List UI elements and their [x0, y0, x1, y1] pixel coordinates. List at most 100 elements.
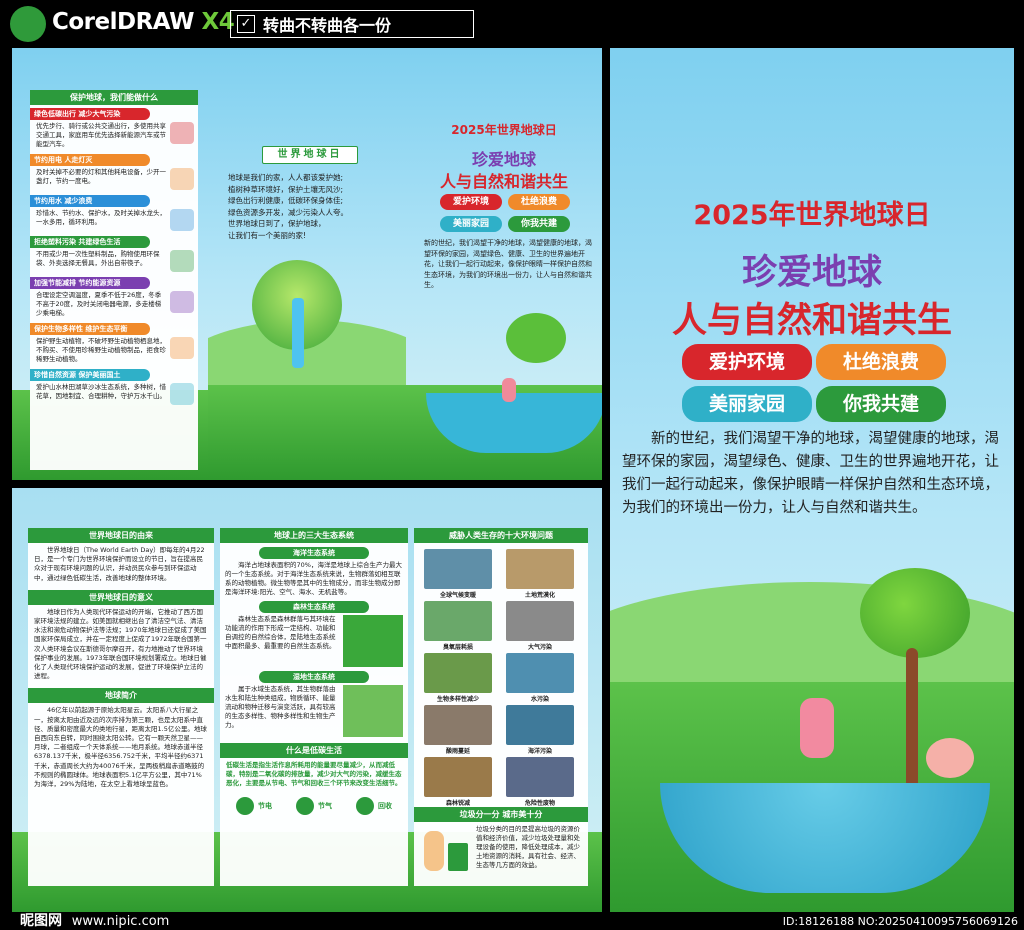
- tip-heading: 加强节能减排 节约能源资源: [30, 277, 150, 289]
- poem-line: 绿色资源多开发，减少污染人人夸。: [228, 207, 348, 217]
- problem-label: 大气污染: [527, 644, 552, 651]
- site-watermark: 昵图网 www.nipic.com: [20, 913, 170, 929]
- poem-line: 绿色出行利健康，低碳环保身体佳;: [228, 196, 344, 205]
- eco-text: 海洋占地球表面积的70%，海洋是地球上综合生产力最大的一个生态系统。对于海洋生态…: [225, 561, 402, 596]
- problem-label: 酸雨蔓延: [445, 748, 470, 755]
- tip-text: 爱护山水林田湖草沙冰生态系统，多种树，惜花草，因地制宜、合理耕种，守护万水千山。: [36, 383, 166, 400]
- col1-text: 46亿年以前起源于原始太阳星云。太阳系八大行星之一，按离太阳由近及远的次序排为第…: [34, 706, 207, 789]
- eco-text: 森林生态系是森林群落与其环境在功能流的作用下形成一定结构、功能和自调控的自然综合…: [225, 615, 336, 650]
- tip-row: 及时关掉不必要的灯和其他耗电设备，少开一盏灯，节约一度电。: [30, 166, 198, 192]
- eco-heading: 森林生态系统: [259, 601, 369, 613]
- problem-label: 海洋污染: [527, 748, 552, 755]
- waterfall-icon: [292, 298, 304, 368]
- tip-row: 不用或少用一次性塑料制品，购物使用环保袋、外卖选择无餐具，外出自带筷子。: [30, 248, 198, 274]
- column-1: 世界地球日的由来世界地球日（The World Earth Day）即每年的4月…: [28, 528, 214, 886]
- kids-recycling-illustration: [418, 825, 476, 875]
- girl-watering-icon: [800, 698, 834, 758]
- eco-photo: [343, 615, 403, 667]
- image-id: ID:18126188 NO:20250410095756069126: [782, 915, 1018, 928]
- electricity-icon: [236, 797, 254, 815]
- coreldraw-logo-icon: [10, 6, 46, 42]
- tip-heading: 节约用水 减少浪费: [30, 195, 150, 207]
- pill-2: 美丽家园: [682, 386, 812, 422]
- tip-heading: 绿色低碳出行 减少大气污染: [30, 108, 150, 120]
- lowcarbon-label: 节气: [318, 802, 332, 810]
- fold-slogan1: 珍爱地球: [471, 150, 536, 169]
- problem-label: 危险性废物: [524, 800, 555, 807]
- pill-1: 杜绝浪费: [508, 194, 570, 210]
- tip-heading: 保护生物多样性 维护生态平衡: [30, 323, 150, 335]
- problem-label: 水污染: [530, 696, 549, 703]
- pill-2: 美丽家园: [440, 216, 502, 232]
- pill-0: 爱护环境: [682, 344, 812, 380]
- tip-row: 优先步行、骑行或公共交通出行，多使用共享交通工具，家庭用车优先选择新能源汽车或节…: [30, 120, 198, 151]
- col1-text: 世界地球日（The World Earth Day）即每年的4月22日，是一个专…: [34, 546, 205, 582]
- tip-icon: [170, 337, 194, 359]
- note-box: ✓ 转曲不转曲各一份: [230, 10, 474, 38]
- tip-row: 爱护山水林田湖草沙冰生态系统，多种树，惜花草，因地制宜、合理耕种，守护万水千山。: [30, 381, 198, 407]
- tips-card: 保护地球，我们能做什么 绿色低碳出行 减少大气污染 优先步行、骑行或公共交通出行，…: [30, 90, 198, 470]
- app-logo: CorelDRAW X4: [52, 9, 235, 35]
- column-3: 威胁人类生存的十大环境问题 全球气候变暖 土地荒漠化臭氧层耗损 大气污染生物多样性减…: [414, 528, 588, 886]
- lowcarbon-text: 低碳生活是指生活作息所耗用的能量要尽量减少，从而减低碳，特别是二氧化碳的排放量，…: [226, 761, 402, 787]
- fold-panel: 2025年世界地球日 珍爱地球 人与自然和谐共生 爱护环境 杜绝浪费 美丽家园 你我共…: [406, 48, 602, 480]
- header-bar: CorelDRAW X4 ✓ 转曲不转曲各一份: [0, 0, 1024, 46]
- pill-3: 你我共建: [816, 386, 946, 422]
- middle-panel: 世界地球日 地球是我们的家，人人都该爱护她; 植树种草环境好，保护土壤无风沙; 绿色…: [208, 48, 406, 480]
- tip-heading: 珍惜自然资源 保护美丽国土: [30, 369, 150, 381]
- lowcarbon-title: 什么是低碳生活: [220, 743, 408, 758]
- lowcarbon-label: 回收: [378, 802, 392, 810]
- pill-1: 杜绝浪费: [816, 344, 946, 380]
- eco-row: 海洋占地球表面积的70%，海洋是地球上综合生产力最大的一个生态系统。对于海洋生态…: [220, 561, 408, 597]
- cover-title: 2025年世界地球日: [693, 200, 931, 231]
- cover-slogan1: 珍爱地球: [741, 253, 882, 293]
- girl-icon: [502, 378, 516, 402]
- problem-photo: [424, 549, 492, 589]
- tip-text: 保护野生动植物，不破坏野生动植物栖息地，不购买、不使用珍稀野生动植物制品，拒食珍…: [36, 337, 166, 363]
- tip-icon: [170, 250, 194, 272]
- lowcarbon-item: 节气: [296, 797, 332, 815]
- poem-line: 植树种草环境好，保护土壤无风沙;: [228, 184, 344, 194]
- cover-panel: 2025年世界地球日 珍爱地球 人与自然和谐共生 爱护环境 杜绝浪费 美丽家园 你我共…: [610, 48, 1014, 912]
- tip-icon: [170, 383, 194, 405]
- poem-line: 世界地球日到了，保护地球，: [228, 219, 326, 228]
- pill-0: 爱护环境: [440, 194, 502, 210]
- problem-label: 全球气候变暖: [439, 592, 476, 599]
- column-2: 地球上的三大生态系统 海洋生态系统海洋占地球表面积的70%，海洋是地球上综合生产…: [220, 528, 408, 886]
- tips-title: 保护地球，我们能做什么: [30, 90, 198, 105]
- inner-panel: 世界地球日的由来世界地球日（The World Earth Day）即每年的4月…: [12, 488, 602, 912]
- recycle-icon: [356, 797, 374, 815]
- eco-row: 属于水域生态系统，其生物群落由水生和陆生种类组成，物质循环、能量流动和物种迁移与…: [220, 685, 408, 737]
- problem-label: 森林锐减: [445, 800, 470, 807]
- poem-line: 地球是我们的家，人人都该爱护她;: [228, 173, 344, 182]
- earth-day-badge: 世界地球日: [262, 146, 358, 164]
- col1-text: 地球日作为人类现代环保运动的开端，它推动了西方国家环境法规的建立。如美国就相继出…: [34, 607, 207, 681]
- problem-photo: [506, 757, 574, 797]
- col1-heading: 世界地球日的由来: [28, 528, 214, 543]
- eco-title: 地球上的三大生态系统: [220, 528, 408, 543]
- problems-title: 威胁人类生存的十大环境问题: [414, 528, 588, 543]
- tip-icon: [170, 168, 194, 190]
- gas-flame-icon: [296, 797, 314, 815]
- problem-photo: [506, 549, 574, 589]
- problem-label: 臭氧层耗损: [442, 644, 473, 651]
- fold-title: 2025年世界地球日: [451, 123, 557, 137]
- poem-line: 让我们有一个美丽的家!: [228, 230, 307, 240]
- tip-icon: [170, 122, 194, 144]
- tip-heading: 拒绝塑料污染 共建绿色生活: [30, 236, 150, 248]
- left-panel: 保护地球，我们能做什么 绿色低碳出行 减少大气污染 优先步行、骑行或公共交通出行，…: [12, 48, 208, 480]
- lowcarbon-label: 节电: [258, 802, 272, 810]
- problem-photo: [424, 757, 492, 797]
- problem-label: 生物多样性减少: [436, 696, 479, 703]
- garbage-text: 垃圾分类的目的是提高垃圾的资源价值和经济价值，减少垃圾处理量和处理设备的使用，降…: [476, 825, 580, 869]
- eco-heading: 海洋生态系统: [259, 547, 369, 559]
- tip-row: 珍惜水、节约水、保护水，及时关掉水龙头，一水多用，循环利用。: [30, 207, 198, 233]
- col1-heading: 世界地球日的意义: [28, 589, 214, 605]
- problem-label: 土地荒漠化: [524, 592, 555, 599]
- tip-heading: 节约用电 人走灯灭: [30, 154, 150, 166]
- lowcarbon-item: 回收: [356, 797, 392, 815]
- tip-row: 保护野生动植物，不破坏野生动植物栖息地，不购买、不使用珍稀野生动植物制品，拒食珍…: [30, 335, 198, 366]
- fold-intro: 新的世纪，我们渴望干净的地球，渴望健康的地球，渴望环保的家园，渴望绿色、健康、卫…: [424, 239, 592, 289]
- tip-icon: [170, 291, 194, 313]
- poem: 地球是我们的家，人人都该爱护她; 植树种草环境好，保护土壤无风沙; 绿色出行利健康，…: [228, 172, 398, 241]
